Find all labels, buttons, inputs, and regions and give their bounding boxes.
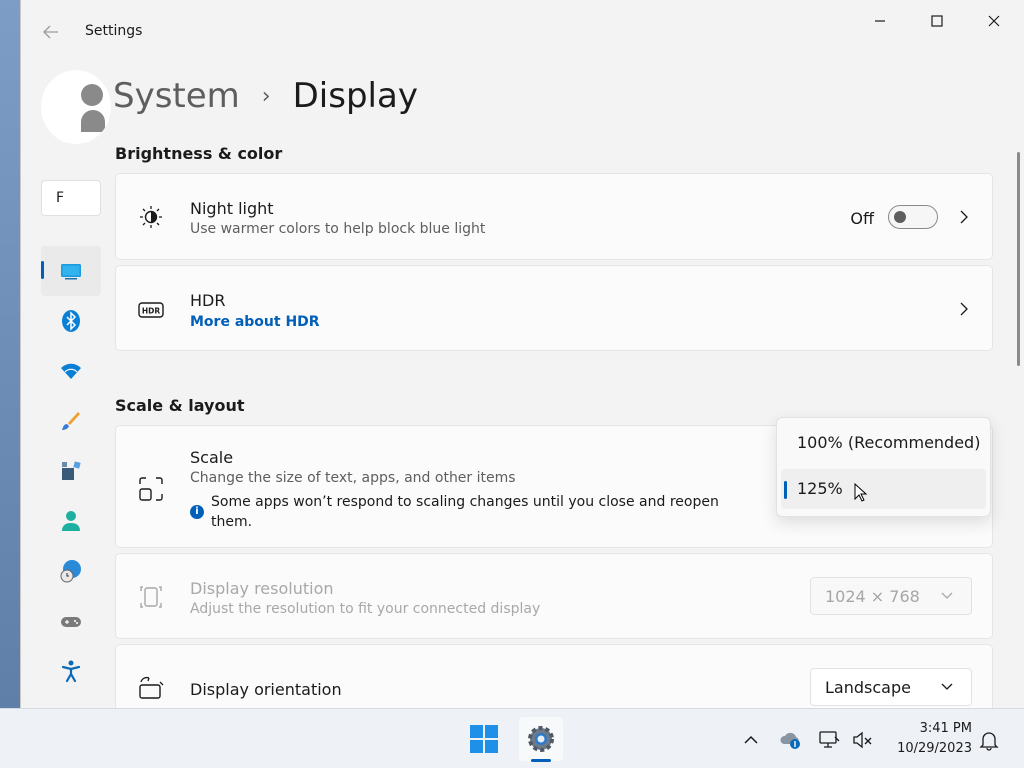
sidebar-item-accounts[interactable]	[41, 496, 101, 546]
display-orientation-title: Display orientation	[190, 680, 342, 699]
back-arrow-icon	[43, 25, 58, 39]
display-orientation-card[interactable]: Display orientation Landscape	[115, 644, 993, 708]
user-avatar[interactable]	[41, 70, 111, 144]
sidebar-item-apps[interactable]	[41, 446, 101, 496]
display-resolution-description: Adjust the resolution to fit your connec…	[190, 601, 541, 617]
scale-title: Scale	[190, 448, 234, 467]
maximize-icon	[931, 15, 943, 27]
scale-option-125[interactable]: 125%	[781, 469, 986, 509]
selection-indicator	[784, 481, 787, 499]
accessibility-icon	[61, 660, 81, 683]
network-monitor-icon[interactable]	[818, 729, 840, 751]
start-button[interactable]	[462, 717, 506, 761]
app-title: Settings	[85, 23, 143, 39]
clock-time: 3:41 PM	[919, 721, 972, 736]
svg-text:HDR: HDR	[142, 307, 161, 316]
scale-warning-note: Some apps won’t respond to scaling chang…	[211, 494, 719, 530]
chevron-right-icon	[960, 302, 968, 316]
display-orientation-value: Landscape	[825, 678, 911, 697]
sidebar-item-system[interactable]	[41, 246, 101, 296]
wifi-icon	[61, 363, 81, 379]
scale-option-100[interactable]: 100% (Recommended)	[781, 423, 986, 463]
taskbar-settings-app[interactable]	[519, 717, 563, 761]
brightness-moon-icon	[140, 206, 162, 228]
avatar-head	[81, 84, 103, 106]
gaming-controller-icon	[61, 617, 81, 627]
title-bar: Settings	[21, 0, 1024, 62]
hdr-title: HDR	[190, 291, 226, 310]
chevron-up-icon[interactable]	[740, 729, 762, 751]
minimize-icon	[875, 20, 885, 22]
running-indicator	[531, 759, 551, 762]
time-language-icon	[60, 560, 81, 583]
close-button[interactable]	[971, 8, 1017, 34]
toggle-knob	[894, 211, 906, 223]
notification-bell-icon[interactable]	[978, 729, 1000, 751]
scale-dropdown-list: 100% (Recommended) 125%	[776, 417, 991, 517]
close-icon	[988, 15, 1000, 27]
section-title-brightness: Brightness & color	[115, 144, 283, 163]
accounts-person-icon	[62, 511, 80, 531]
display-resolution-card: Display resolution Adjust the resolution…	[115, 553, 993, 639]
orientation-rotate-icon	[139, 676, 164, 699]
scale-option-label: 125%	[797, 479, 843, 498]
maximize-button[interactable]	[914, 8, 960, 34]
apps-icon	[62, 461, 81, 480]
display-resolution-dropdown: 1024 × 768	[810, 577, 972, 615]
night-light-toggle[interactable]	[888, 205, 938, 229]
mouse-cursor-icon	[854, 483, 868, 502]
bluetooth-icon	[62, 310, 80, 332]
sidebar-item-bluetooth[interactable]	[41, 296, 101, 346]
info-icon: i	[190, 505, 204, 519]
personalization-brush-icon	[62, 412, 80, 430]
page-title: Display	[292, 76, 418, 116]
clock-date: 10/29/2023	[897, 741, 972, 756]
sidebar-item-gaming[interactable]	[41, 596, 101, 646]
settings-window: Settings F System › Display Brightness &…	[20, 0, 1024, 708]
night-light-title: Night light	[190, 199, 274, 218]
scale-option-label: 100% (Recommended)	[797, 433, 981, 452]
breadcrumb-parent[interactable]: System	[113, 76, 240, 116]
hdr-learn-more-link[interactable]: More about HDR	[190, 314, 320, 330]
chevron-right-icon	[960, 210, 968, 224]
volume-muted-icon[interactable]	[851, 729, 873, 751]
hdr-card[interactable]: HDR HDR More about HDR	[115, 265, 993, 351]
night-light-toggle-state: Off	[850, 209, 874, 228]
vertical-scrollbar[interactable]	[1017, 152, 1020, 366]
desktop-background	[0, 0, 20, 708]
display-resolution-title: Display resolution	[190, 579, 334, 598]
breadcrumb-separator: ›	[261, 83, 271, 109]
settings-gear-icon	[528, 726, 554, 752]
sidebar-item-network[interactable]	[41, 346, 101, 396]
display-resolution-value: 1024 × 768	[825, 587, 920, 606]
search-input[interactable]: F	[41, 180, 101, 216]
night-light-card[interactable]: Night light Use warmer colors to help bl…	[115, 173, 993, 260]
chevron-down-icon	[941, 592, 953, 599]
sidebar-item-personalization[interactable]	[41, 396, 101, 446]
avatar-body	[81, 110, 105, 132]
system-display-icon	[61, 264, 81, 280]
sidebar-item-time-language[interactable]	[41, 546, 101, 596]
breadcrumb: System › Display	[113, 74, 418, 118]
back-button[interactable]	[39, 20, 63, 44]
sidebar-nav	[41, 246, 101, 696]
windows-logo-icon	[470, 725, 498, 753]
night-light-description: Use warmer colors to help block blue lig…	[190, 221, 486, 237]
chevron-down-icon	[941, 683, 953, 690]
display-orientation-dropdown[interactable]: Landscape	[810, 668, 972, 706]
scale-description: Change the size of text, apps, and other…	[190, 470, 516, 486]
hdr-icon: HDR	[138, 302, 164, 318]
selection-indicator	[41, 261, 44, 279]
sidebar-item-accessibility[interactable]	[41, 646, 101, 696]
resolution-icon	[140, 586, 162, 608]
system-clock[interactable]: 3:41 PM 10/29/2023	[880, 719, 972, 759]
main-content: System › Display Brightness & color Nigh…	[113, 62, 1013, 708]
taskbar: 3:41 PM 10/29/2023	[0, 708, 1024, 768]
section-title-scale-layout: Scale & layout	[115, 396, 245, 415]
onedrive-status-icon[interactable]	[780, 729, 802, 751]
scale-resize-icon	[139, 477, 163, 501]
minimize-button[interactable]	[857, 8, 903, 34]
